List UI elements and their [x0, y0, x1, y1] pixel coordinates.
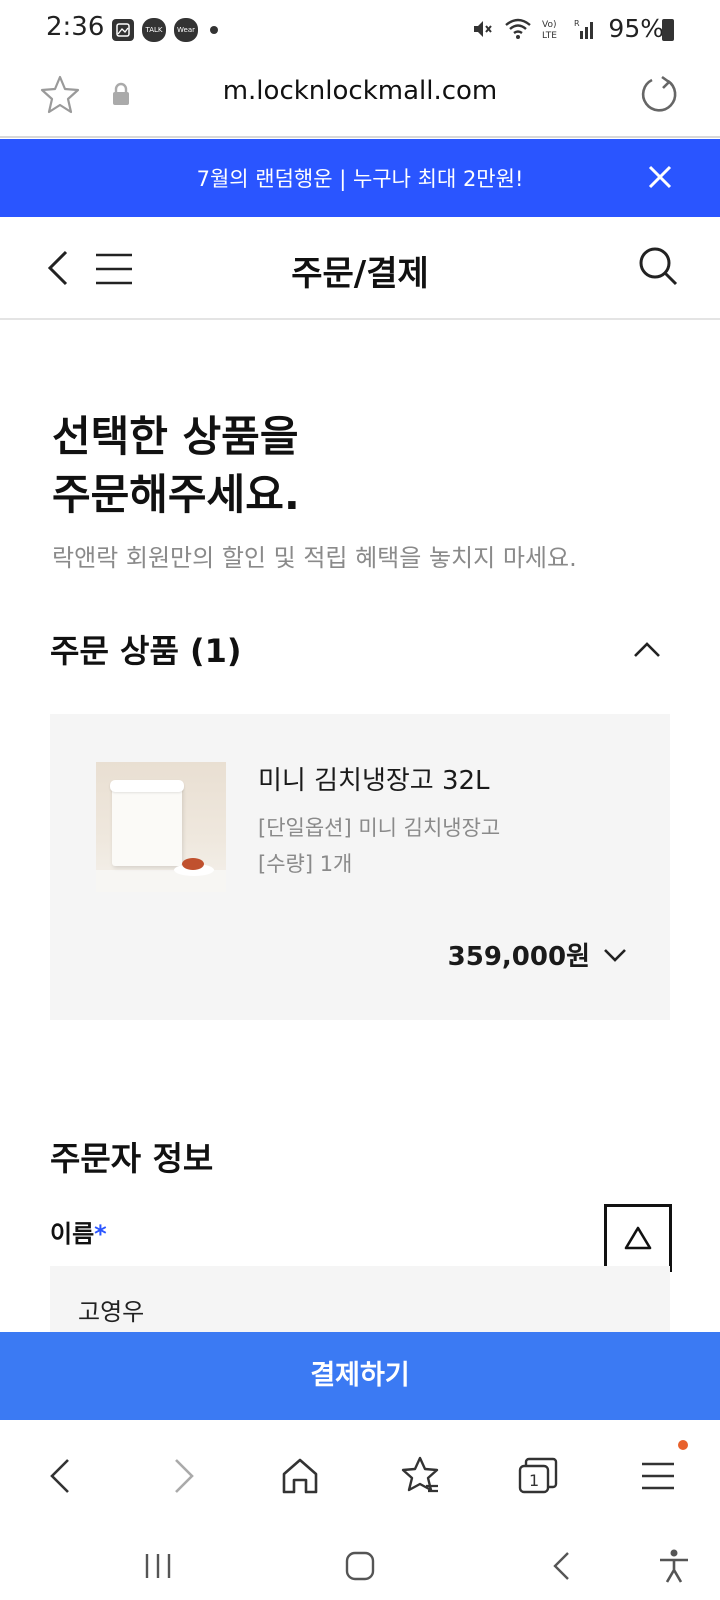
scroll-to-top-button[interactable]: [604, 1204, 672, 1272]
headline-subtext: 락앤락 회원만의 할인 및 적립 혜택을 놓치지 마세요.: [52, 544, 577, 572]
bookmarks-icon[interactable]: [398, 1454, 442, 1498]
accessibility-icon[interactable]: [656, 1548, 692, 1584]
pay-button[interactable]: 결제하기: [0, 1332, 720, 1420]
thumb-fridge-lid: [110, 780, 184, 792]
triangle-up-icon: [624, 1226, 652, 1250]
reload-icon[interactable]: [638, 74, 680, 116]
browser-address-bar: m.locknlockmall.com: [0, 60, 720, 138]
headline-line2: 주문해주세요.: [52, 470, 300, 519]
system-nav-bar: [0, 1532, 720, 1600]
product-quantity: [수량] 1개: [258, 852, 353, 876]
order-section-title: 주문 상품 (1): [50, 632, 242, 670]
dot-icon: [210, 26, 218, 34]
battery-percent: 95%: [608, 14, 664, 43]
page-title: 주문/결제: [291, 254, 429, 294]
svg-text:Vo): Vo): [542, 20, 556, 30]
promo-text[interactable]: 7월의 랜덤행운 | 누구나 최대 2만원!: [0, 163, 720, 193]
mute-icon: [474, 20, 493, 37]
chevron-up-icon[interactable]: [630, 632, 664, 666]
browser-forward-icon[interactable]: [160, 1454, 204, 1498]
thumb-kimchi: [182, 858, 204, 870]
volte-icon: Vo)LTE: [542, 20, 557, 41]
app-header: 주문/결제: [0, 218, 720, 320]
thumb-fridge: [112, 784, 182, 866]
product-thumbnail[interactable]: [96, 762, 226, 892]
tabs-icon[interactable]: 1: [516, 1454, 560, 1498]
svg-text:1: 1: [529, 1471, 539, 1490]
name-label-text: 이름: [50, 1220, 95, 1248]
product-name[interactable]: 미니 김치냉장고 32L: [258, 760, 490, 797]
notification-dot: [678, 1440, 688, 1450]
browser-menu-icon[interactable]: [636, 1454, 680, 1498]
svg-text:R: R: [574, 19, 580, 28]
product-option: [단일옵션] 미니 김치냉장고: [258, 816, 501, 840]
system-home-icon[interactable]: [342, 1548, 378, 1584]
status-bar: 2:36 TALK Wear Vo) LTE R 95%: [0, 0, 720, 60]
status-time: 2:36: [46, 12, 105, 42]
browser-back-icon[interactable]: [40, 1454, 84, 1498]
headline: 선택한 상품을 주문해주세요.: [52, 408, 300, 524]
price-toggle[interactable]: 359,000원: [448, 936, 628, 973]
url-text[interactable]: m.locknlockmall.com: [0, 76, 720, 106]
name-input[interactable]: 고영우: [50, 1266, 670, 1332]
wifi-icon: [505, 18, 532, 39]
product-price: 359,000원: [447, 942, 590, 972]
system-icons: Vo) LTE R 95%: [470, 14, 664, 43]
gallery-icon: [112, 19, 134, 41]
orderer-info-title: 주문자 정보: [50, 1139, 214, 1178]
name-label: 이름*: [50, 1214, 107, 1249]
battery-icon: [662, 19, 674, 41]
name-value: 고영우: [78, 1298, 145, 1326]
home-icon[interactable]: [278, 1454, 322, 1498]
close-icon[interactable]: [644, 161, 676, 193]
browser-bottom-nav: 1: [0, 1420, 720, 1532]
notification-icons: TALK Wear: [112, 18, 218, 42]
order-item-card: 미니 김치냉장고 32L [단일옵션] 미니 김치냉장고 [수량] 1개 359…: [50, 714, 670, 1020]
chevron-down-icon[interactable]: [602, 942, 628, 968]
recent-apps-icon[interactable]: [140, 1548, 176, 1584]
search-icon[interactable]: [636, 244, 680, 288]
promo-banner[interactable]: 7월의 랜덤행운 | 누구나 최대 2만원!: [0, 139, 720, 217]
headline-line1: 선택한 상품을: [52, 412, 299, 461]
talk-icon: TALK: [142, 18, 166, 42]
signal-icon: R: [574, 19, 594, 39]
required-mark: *: [94, 1220, 107, 1248]
svg-text:LTE: LTE: [542, 31, 557, 41]
system-back-icon[interactable]: [544, 1548, 580, 1584]
wear-icon: Wear: [174, 18, 198, 42]
